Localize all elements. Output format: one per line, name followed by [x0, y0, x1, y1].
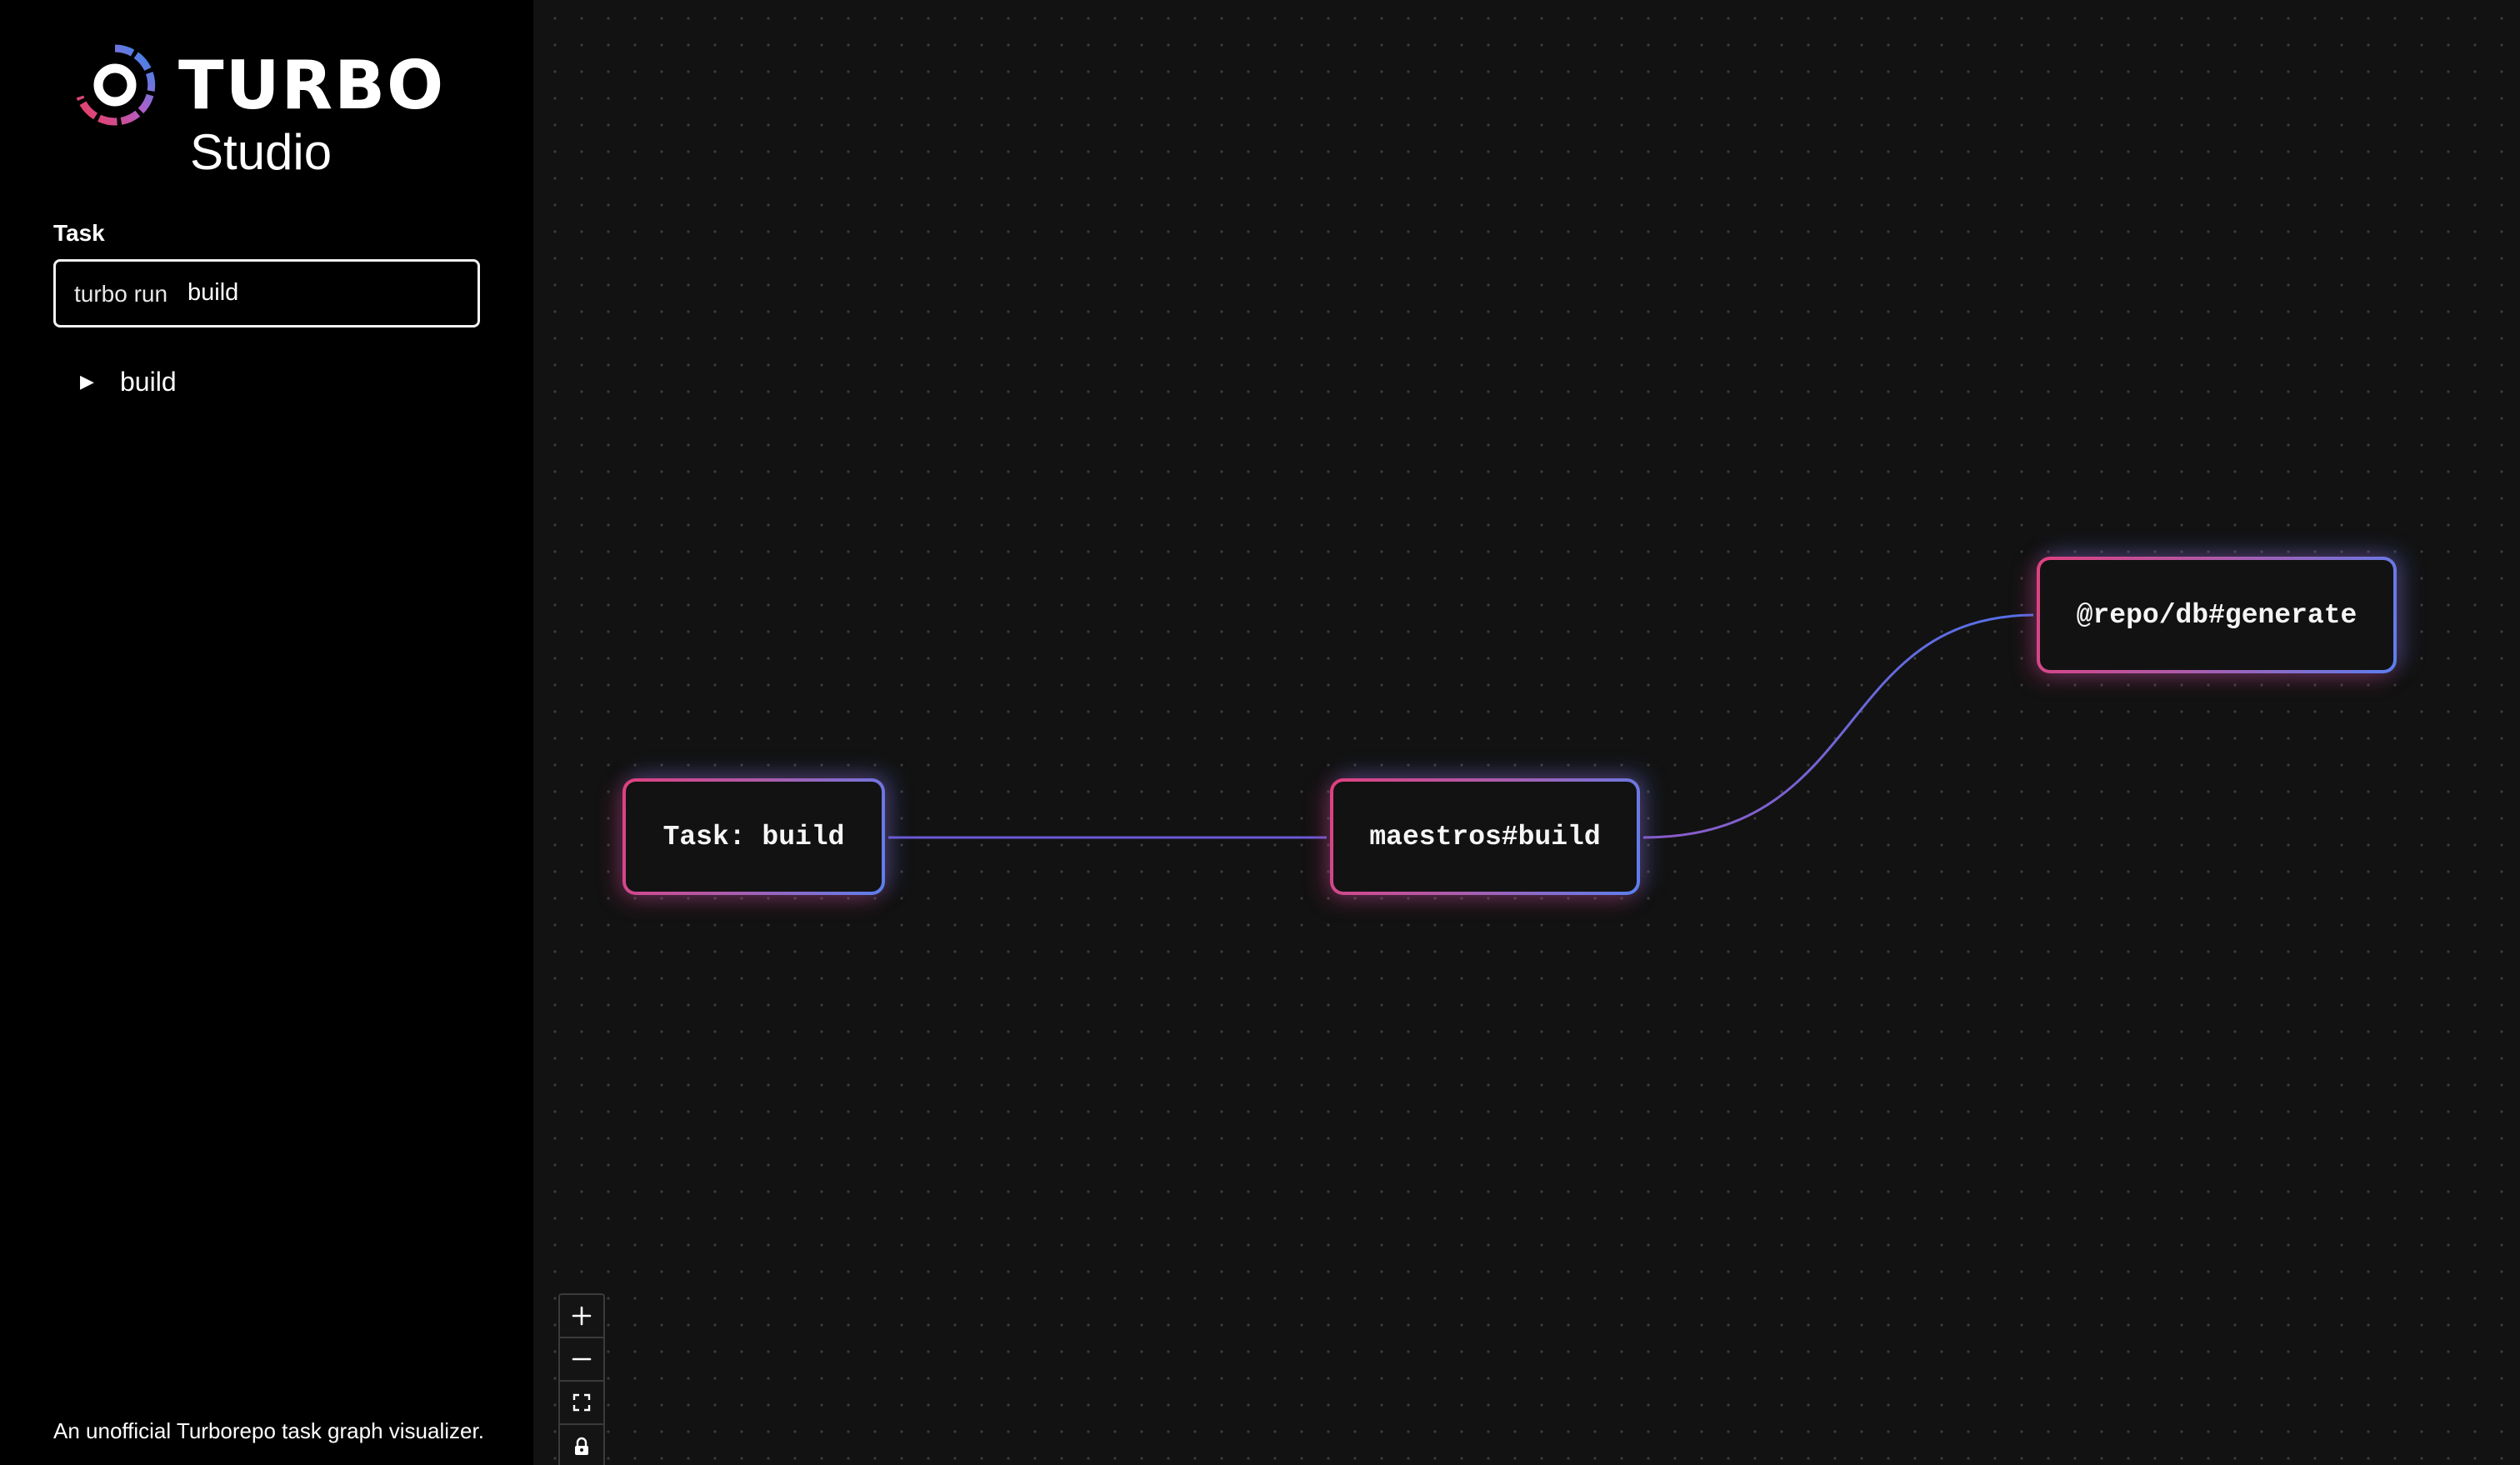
lock-button[interactable]: [560, 1425, 603, 1465]
plus-icon: [572, 1306, 592, 1326]
task-tree-item-build[interactable]: ▶ build: [80, 363, 177, 400]
turbo-logo-icon: [76, 44, 156, 126]
footer-description: An unofficial Turborepo task graph visua…: [53, 1418, 484, 1443]
zoom-out-button[interactable]: [560, 1338, 603, 1382]
edge-maestros-build-to-db-generate: [1642, 613, 2034, 839]
task-label: Task: [53, 220, 105, 246]
task-field[interactable]: turbo run: [53, 259, 480, 328]
graph-node-db-generate[interactable]: @repo/db#generate: [2037, 557, 2397, 673]
graph-node-task-build[interactable]: Task: build: [622, 778, 885, 895]
fit-view-icon: [572, 1393, 591, 1412]
command-prefix: turbo run: [74, 281, 168, 307]
graph-controls: [558, 1293, 605, 1465]
minus-icon: [572, 1358, 592, 1361]
turbo-studio-logo: TURBO Studio: [68, 40, 468, 190]
caret-right-icon[interactable]: ▶: [80, 371, 98, 392]
zoom-in-button[interactable]: [560, 1295, 603, 1338]
graph-canvas[interactable]: Task: build maestros#build @repo/db#gene…: [533, 0, 2520, 1465]
task-input[interactable]: [188, 275, 462, 310]
brand-name: TURBO: [178, 47, 446, 124]
app: TURBO Studio Task turbo run ▶ build An u…: [0, 0, 2520, 1465]
fit-view-button[interactable]: [560, 1382, 603, 1425]
graph-node-maestros-build[interactable]: maestros#build: [1330, 778, 1640, 895]
product-name: Studio: [190, 124, 332, 180]
graph-edges: [888, 613, 2034, 839]
sidebar: TURBO Studio Task turbo run ▶ build An u…: [0, 0, 533, 1465]
lock-icon: [575, 1437, 588, 1455]
task-tree-item-label: build: [120, 366, 177, 397]
